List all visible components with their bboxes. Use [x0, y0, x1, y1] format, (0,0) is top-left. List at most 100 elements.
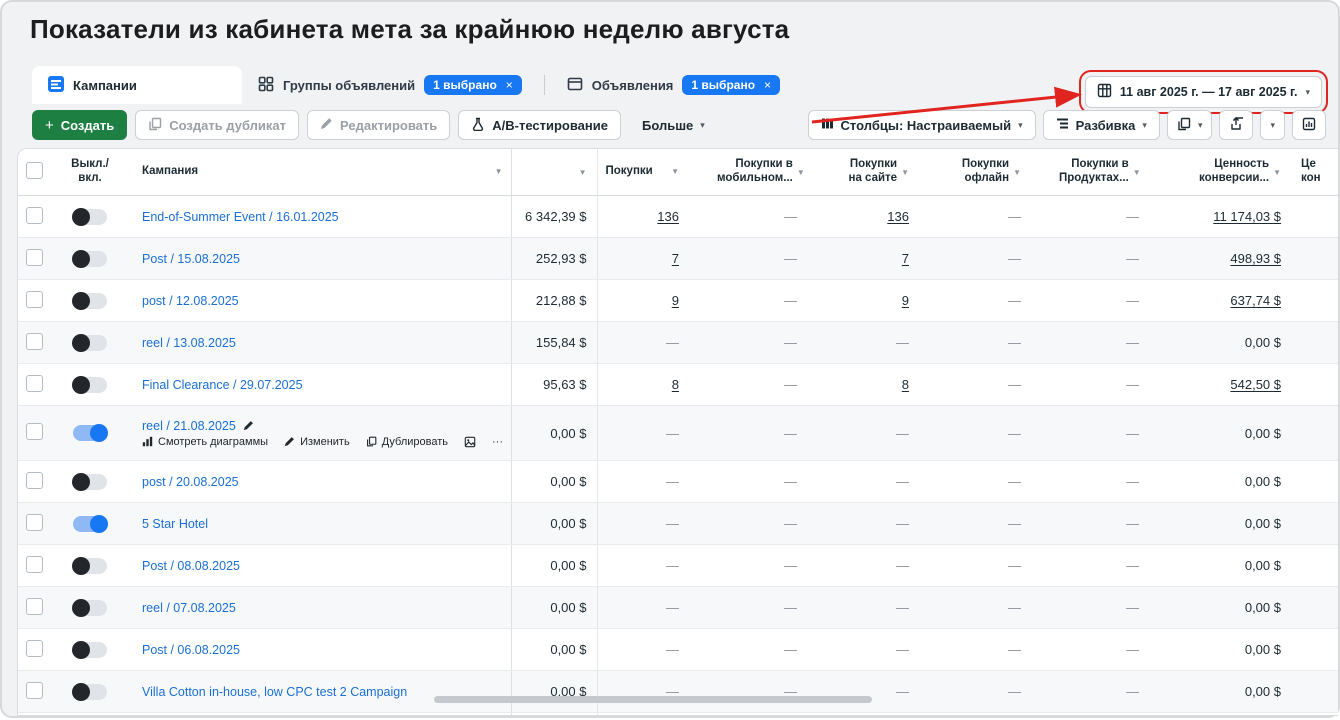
edit-button[interactable]: Редактировать	[307, 110, 450, 140]
metric-value[interactable]: 542,50 $	[1230, 377, 1281, 392]
toggle-knob	[72, 250, 90, 268]
sort-caret-icon[interactable]: ▼	[579, 168, 587, 177]
campaign-name-link[interactable]: reel / 21.08.2025	[142, 419, 236, 433]
sort-caret-icon[interactable]: ▼	[1273, 168, 1281, 177]
row-checkbox[interactable]	[26, 598, 43, 615]
sort-caret-icon[interactable]: ▼	[797, 168, 805, 177]
more-options-ellipsis[interactable]: ···	[492, 436, 503, 448]
tab-campaigns[interactable]: Кампании	[32, 66, 242, 104]
adsets-badge-close-icon[interactable]: ×	[506, 78, 513, 92]
create-button[interactable]: + Создать	[32, 110, 127, 140]
ab-test-button-label: A/B-тестирование	[492, 118, 608, 133]
reports-button[interactable]: ▾	[1167, 110, 1213, 140]
metric-value[interactable]: 498,93 $	[1230, 251, 1281, 266]
campaign-toggle[interactable]	[73, 558, 107, 574]
columns-button[interactable]: Столбцы: Настраиваемый ▾	[808, 110, 1036, 140]
campaign-toggle[interactable]	[73, 335, 107, 351]
campaign-name-link[interactable]: Post / 06.08.2025	[142, 643, 240, 657]
tab-ads[interactable]: Объявления 1 выбрано ×	[551, 66, 796, 104]
row-checkbox[interactable]	[26, 207, 43, 224]
edit-action-icon	[284, 436, 295, 447]
metric-value[interactable]: 11 174,03 $	[1213, 209, 1281, 224]
metric-mobile: —	[784, 377, 797, 392]
edit-action[interactable]: Изменить	[284, 436, 350, 448]
sort-caret-icon[interactable]: ▼	[1133, 168, 1141, 177]
campaign-toggle[interactable]	[73, 642, 107, 658]
campaign-name-link[interactable]: 5 Star Hotel	[142, 517, 208, 531]
breakdown-button[interactable]: Разбивка ▾	[1043, 110, 1160, 140]
sort-caret-icon[interactable]: ▼	[671, 167, 679, 176]
row-checkbox[interactable]	[26, 375, 43, 392]
row-checkbox[interactable]	[26, 333, 43, 350]
metric-site[interactable]: 7	[902, 251, 909, 266]
metric-spent: 6 342,39 $	[525, 209, 586, 224]
row-checkbox[interactable]	[26, 291, 43, 308]
metric-value[interactable]: 637,74 $	[1230, 293, 1281, 308]
sort-caret-icon[interactable]: ▼	[1013, 168, 1021, 177]
metric-products: —	[1126, 516, 1139, 531]
campaign-name-link[interactable]: reel / 13.08.2025	[142, 336, 236, 350]
row-checkbox[interactable]	[26, 682, 43, 699]
charts-view-button[interactable]	[1292, 110, 1326, 140]
metric-value: 0,00 $	[1245, 474, 1281, 489]
campaign-name-link[interactable]: post / 12.08.2025	[142, 294, 239, 308]
metric-purchases[interactable]: 9	[672, 293, 679, 308]
campaign-name-link[interactable]: reel / 07.08.2025	[142, 601, 236, 615]
metric-site[interactable]: 8	[902, 377, 909, 392]
duplicate-action[interactable]: Дублировать	[366, 436, 448, 448]
campaign-toggle[interactable]	[73, 377, 107, 393]
campaign-toggle[interactable]	[73, 251, 107, 267]
campaign-name-link[interactable]: End-of-Summer Event / 16.01.2025	[142, 210, 339, 224]
metric-purchases[interactable]: 7	[672, 251, 679, 266]
metric-purchases[interactable]: 136	[657, 209, 679, 224]
campaign-toggle[interactable]	[73, 516, 107, 532]
campaign-toggle[interactable]	[73, 474, 107, 490]
campaign-toggle[interactable]	[73, 684, 107, 700]
row-checkbox[interactable]	[26, 423, 43, 440]
metric-products: —	[1126, 474, 1139, 489]
row-checkbox[interactable]	[26, 514, 43, 531]
row-checkbox[interactable]	[26, 640, 43, 657]
campaign-name-link[interactable]: Post / 08.08.2025	[142, 559, 240, 573]
sort-caret-icon[interactable]: ▼	[901, 168, 909, 177]
more-button-label: Больше	[642, 118, 693, 133]
campaign-name-link[interactable]: Villa Cotton in-house, low CPC test 2 Ca…	[142, 685, 407, 699]
metric-purchases[interactable]: 8	[672, 377, 679, 392]
metric-site[interactable]: 136	[887, 209, 909, 224]
campaign-name-link[interactable]: post / 20.08.2025	[142, 475, 239, 489]
campaign-toggle[interactable]	[73, 209, 107, 225]
export-button[interactable]	[1219, 110, 1253, 140]
date-range-picker[interactable]: 11 авг 2025 г. — 17 авг 2025 г. ▾	[1085, 76, 1322, 108]
ads-badge-close-icon[interactable]: ×	[764, 78, 771, 92]
table-row: reel / 21.08.2025 Смотреть диаграммы Измен…	[18, 406, 1338, 461]
metric-offline: —	[1008, 251, 1021, 266]
calendar-grid-icon	[1097, 83, 1112, 101]
metric-products: —	[1126, 209, 1139, 224]
tab-adsets[interactable]: Группы объявлений 1 выбрано ×	[242, 66, 538, 104]
header-purchases-site: Покупки на сайте	[835, 158, 897, 186]
edit-name-icon[interactable]	[243, 420, 254, 431]
more-button[interactable]: Больше ▾	[629, 110, 718, 140]
row-checkbox[interactable]	[26, 472, 43, 489]
campaign-toggle[interactable]	[73, 293, 107, 309]
select-all-checkbox[interactable]	[26, 162, 43, 179]
metric-site: —	[896, 516, 909, 531]
caret-down-icon: ▾	[1018, 121, 1023, 130]
metric-site[interactable]: 9	[902, 293, 909, 308]
caret-down-icon: ▾	[700, 121, 705, 130]
campaign-name-link[interactable]: Post / 15.08.2025	[142, 252, 240, 266]
metric-value: 0,00 $	[1245, 684, 1281, 699]
sort-caret-icon[interactable]: ▼	[495, 167, 503, 176]
image-preview-icon[interactable]	[464, 436, 476, 448]
ab-test-button[interactable]: A/B-тестирование	[458, 110, 621, 140]
campaign-toggle[interactable]	[73, 600, 107, 616]
view-charts-action[interactable]: Смотреть диаграммы	[142, 436, 268, 448]
campaign-name-link[interactable]: Final Clearance / 29.07.2025	[142, 378, 303, 392]
campaign-toggle[interactable]	[73, 425, 107, 441]
export-caret-button[interactable]: ▾	[1260, 110, 1285, 140]
horizontal-scrollbar[interactable]	[434, 696, 872, 703]
tab-bar: Кампании Группы объявлений 1 выбрано × О…	[32, 66, 978, 104]
row-checkbox[interactable]	[26, 249, 43, 266]
row-checkbox[interactable]	[26, 556, 43, 573]
duplicate-button[interactable]: Создать дубликат	[135, 110, 299, 140]
